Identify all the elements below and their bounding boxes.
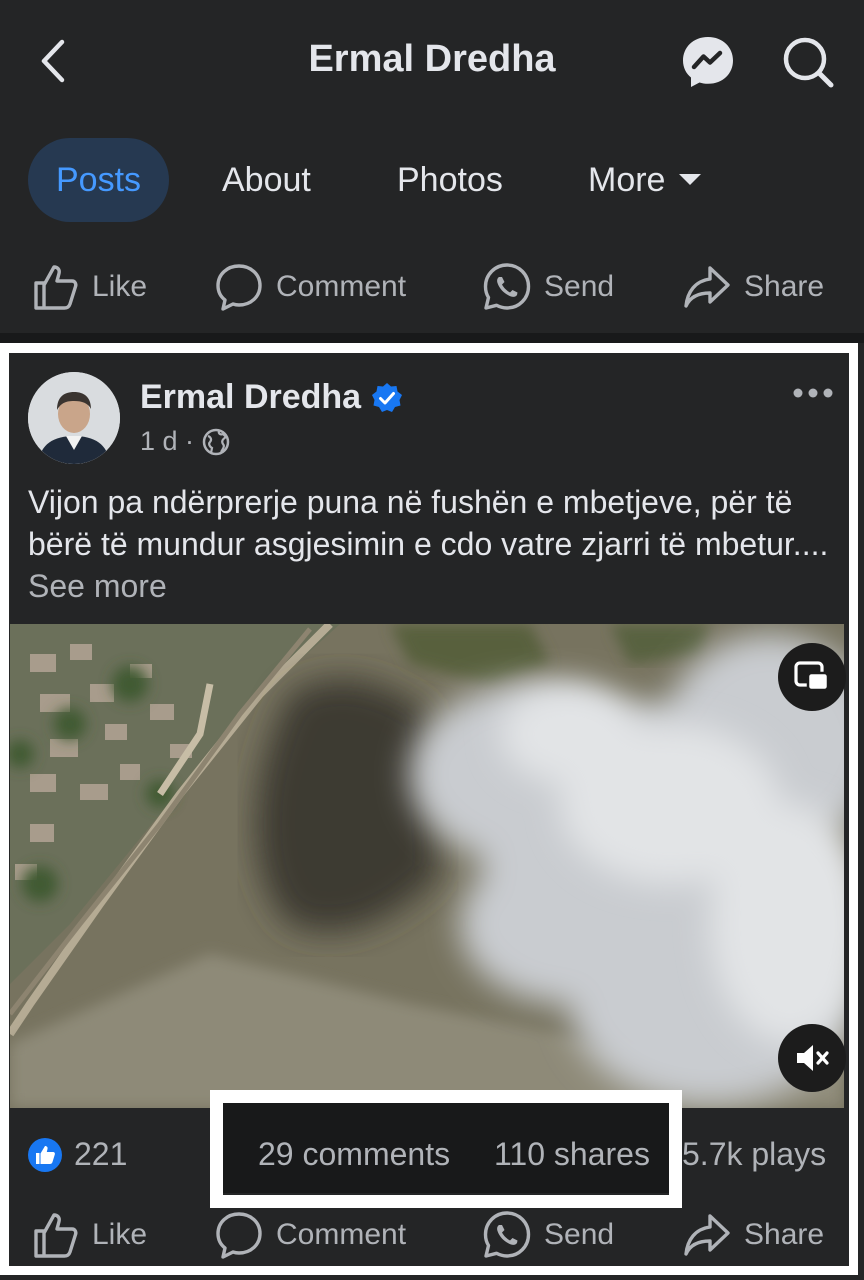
meta-dot: · bbox=[177, 426, 195, 456]
globe-icon bbox=[202, 428, 230, 455]
comments-count[interactable]: 29 comments bbox=[258, 1136, 450, 1173]
whatsapp-icon bbox=[483, 1211, 531, 1258]
like-button[interactable]: Like bbox=[30, 1200, 147, 1270]
thumbs-up-icon bbox=[34, 265, 78, 310]
like-button[interactable]: Like bbox=[30, 252, 147, 322]
tab-photos[interactable]: Photos bbox=[397, 138, 503, 222]
share-arrow-icon bbox=[684, 266, 730, 308]
speaker-muted-icon bbox=[797, 1045, 829, 1071]
share-button[interactable]: Share bbox=[682, 252, 824, 322]
messenger-icon bbox=[683, 37, 733, 87]
send-button[interactable]: Send bbox=[482, 1200, 614, 1270]
search-icon bbox=[783, 37, 834, 88]
like-count[interactable]: 221 bbox=[74, 1136, 127, 1173]
profile-page: Ermal Dredha Posts About Photos More Lik… bbox=[0, 0, 864, 1280]
avatar[interactable] bbox=[28, 372, 120, 464]
search-button[interactable] bbox=[780, 34, 836, 90]
picture-in-picture-icon bbox=[794, 661, 830, 692]
author-name: Ermal Dredha bbox=[140, 378, 362, 416]
profile-tabs: Posts About Photos More bbox=[0, 138, 864, 224]
comment-label: Comment bbox=[276, 270, 407, 303]
picture-in-picture-button[interactable] bbox=[778, 643, 846, 711]
share-label: Share bbox=[744, 270, 825, 303]
messenger-button[interactable] bbox=[680, 34, 736, 90]
previous-post-actions: Like Comment Send Share bbox=[0, 252, 864, 322]
send-label: Send bbox=[544, 1218, 615, 1251]
share-arrow-icon bbox=[684, 1214, 730, 1256]
mute-button[interactable] bbox=[778, 1024, 846, 1092]
tab-more[interactable]: More bbox=[588, 138, 702, 222]
post-options-button[interactable] bbox=[788, 378, 838, 408]
shares-count[interactable]: 110 shares bbox=[494, 1136, 650, 1173]
like-label: Like bbox=[92, 270, 148, 303]
tab-about[interactable]: About bbox=[222, 138, 311, 222]
avatar-photo bbox=[28, 372, 120, 464]
tab-more-label: More bbox=[588, 161, 666, 199]
comment-icon bbox=[216, 1212, 262, 1259]
feed-separator bbox=[0, 333, 864, 343]
post-actions: Like Comment Send Share bbox=[0, 1200, 864, 1270]
video-frame bbox=[10, 624, 844, 1108]
like-label: Like bbox=[92, 1218, 148, 1251]
comment-button[interactable]: Comment bbox=[214, 252, 406, 322]
share-button[interactable]: Share bbox=[682, 1200, 824, 1270]
post-text: Vijon pa ndërprerje puna në fushën e mbe… bbox=[28, 484, 829, 562]
verified-badge-icon bbox=[372, 382, 403, 412]
post-body: Vijon pa ndërprerje puna në fushën e mbe… bbox=[28, 481, 844, 607]
caret-down-icon bbox=[679, 173, 702, 185]
post-author[interactable]: Ermal Dredha bbox=[140, 378, 403, 417]
post-video[interactable] bbox=[10, 624, 844, 1108]
send-label: Send bbox=[544, 270, 615, 303]
comment-button[interactable]: Comment bbox=[214, 1200, 406, 1270]
top-header: Ermal Dredha bbox=[0, 0, 864, 125]
post-time: 1 d bbox=[140, 426, 178, 456]
comment-icon bbox=[216, 264, 262, 311]
plays-count: 5.7k plays bbox=[682, 1136, 827, 1172]
send-button[interactable]: Send bbox=[482, 252, 614, 322]
comment-label: Comment bbox=[276, 1218, 407, 1251]
thumbs-up-icon bbox=[34, 1213, 78, 1258]
post-meta: 1 d · bbox=[140, 426, 230, 457]
like-reaction-icon bbox=[28, 1138, 62, 1172]
whatsapp-icon bbox=[483, 263, 531, 310]
share-label: Share bbox=[744, 1218, 825, 1251]
more-horizontal-icon bbox=[793, 388, 833, 398]
tab-posts[interactable]: Posts bbox=[28, 138, 170, 222]
see-more-link[interactable]: See more bbox=[28, 568, 167, 604]
